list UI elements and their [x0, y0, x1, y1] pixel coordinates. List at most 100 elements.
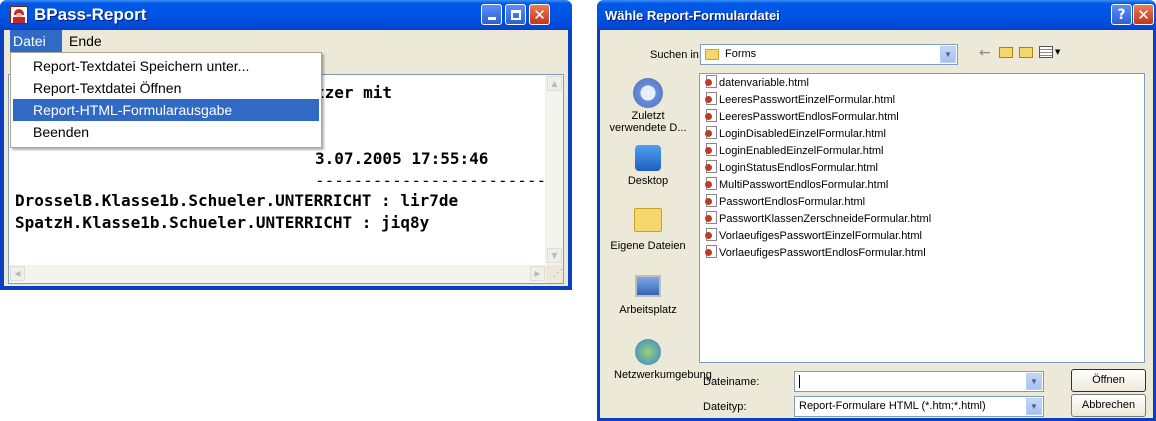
dialog-title-bar: Wähle Report-Formulardatei ? ✕ [597, 0, 1156, 30]
file-item[interactable]: LoginDisabledEinzelFormular.html [705, 126, 886, 143]
html-file-icon [705, 194, 717, 207]
html-file-icon-badge [705, 249, 712, 256]
place-my-computer-label: Arbeitsplatz [619, 304, 677, 316]
app-client-area: Datei Ende tzer mit 3.07.2005 17:55:46 -… [4, 30, 568, 286]
place-my-documents-label: Eigene Dateien [610, 240, 686, 252]
dialog-title: Wähle Report-Formulardatei [605, 8, 780, 23]
new-folder-icon[interactable] [1019, 47, 1033, 58]
menu-ende[interactable]: Ende [69, 30, 102, 52]
html-file-icon [705, 245, 717, 258]
report-line-1: tzer mit [315, 83, 393, 102]
help-button[interactable]: ? [1111, 4, 1132, 25]
file-item[interactable]: VorlaeufigesPasswortEinzelFormular.html [705, 228, 922, 245]
maximize-icon [510, 9, 521, 20]
my-computer-icon [635, 275, 661, 297]
scroll-up-button[interactable]: ▲ [547, 76, 562, 91]
html-file-icon-badge [705, 113, 712, 120]
filetype-combobox[interactable]: Report-Formulare HTML (*.htm;*.html) ▼ [794, 396, 1044, 417]
file-item[interactable]: datenvariable.html [705, 75, 809, 92]
html-file-icon-badge [705, 232, 712, 239]
html-file-icon-badge [705, 96, 712, 103]
chevron-down-icon: ▼ [1055, 48, 1061, 56]
app-title-bar: BPass-Report ✕ [0, 0, 572, 30]
maximize-button[interactable] [505, 4, 526, 25]
chevron-down-icon: ▼ [551, 251, 558, 260]
filename-combobox[interactable]: ▼ [794, 371, 1044, 392]
file-item-label: MultiPasswortEndlosFormular.html [719, 179, 889, 191]
report-line-3: DrosselB.Klasse1b.Schueler.UNTERRICHT : … [15, 191, 459, 210]
minimize-button[interactable] [481, 4, 502, 25]
close-icon: ✕ [1137, 5, 1150, 24]
menu-ende-label: Ende [69, 33, 102, 49]
html-file-icon-badge [705, 215, 712, 222]
file-item[interactable]: LeeresPasswortEinzelFormular.html [705, 92, 895, 109]
close-button[interactable]: ✕ [529, 4, 550, 25]
cancel-button[interactable]: Abbrechen [1071, 394, 1146, 417]
place-my-documents[interactable]: Eigene Dateien [603, 208, 693, 252]
menu-datei[interactable]: Datei [10, 30, 62, 52]
scroll-down-button[interactable]: ▼ [547, 248, 562, 263]
back-icon[interactable]: ← [979, 45, 991, 61]
dialog-close-button[interactable]: ✕ [1133, 4, 1154, 25]
chevron-down-icon[interactable]: ▼ [1026, 398, 1042, 415]
file-item[interactable]: MultiPasswortEndlosFormular.html [705, 177, 889, 194]
place-my-computer[interactable]: Arbeitsplatz [603, 275, 693, 316]
menu-item-open[interactable]: Report-Textdatei Öffnen [13, 77, 319, 99]
menu-item-save-as[interactable]: Report-Textdatei Speichern unter... [13, 55, 319, 77]
html-file-icon-badge [705, 181, 712, 188]
file-item[interactable]: LoginStatusEndlosFormular.html [705, 160, 878, 177]
file-item[interactable]: VorlaeufigesPasswortEndlosFormular.html [705, 245, 926, 262]
html-file-icon [705, 126, 717, 139]
filetype-value: Report-Formulare HTML (*.htm;*.html) [799, 400, 986, 412]
chevron-down-icon[interactable]: ▼ [1026, 373, 1042, 390]
file-item-label: PasswortEndlosFormular.html [719, 196, 866, 208]
menu-item-html-form-output[interactable]: Report-HTML-Formularausgabe [13, 99, 319, 121]
file-item-label: LoginStatusEndlosFormular.html [719, 162, 878, 174]
html-file-icon-badge [705, 79, 712, 86]
filetype-label: Dateityp: [703, 401, 747, 413]
up-folder-icon[interactable] [999, 47, 1013, 58]
html-file-icon-badge [705, 198, 712, 205]
horizontal-scrollbar[interactable]: ◀ ▶ [9, 265, 547, 283]
desktop-icon [635, 145, 661, 171]
html-file-icon-badge [705, 130, 712, 137]
chevron-down-icon[interactable]: ▼ [940, 46, 956, 63]
html-file-icon [705, 211, 717, 224]
open-button[interactable]: Öffnen [1071, 369, 1146, 392]
folder-icon [705, 49, 719, 60]
scroll-left-button[interactable]: ◀ [10, 266, 25, 281]
view-menu-icon[interactable] [1039, 46, 1053, 58]
resize-grip-icon[interactable]: ⋰ [546, 265, 563, 283]
file-item-label: PasswortKlassenZerschneideFormular.html [719, 213, 932, 225]
html-file-icon [705, 92, 717, 105]
chevron-right-icon: ▶ [534, 269, 541, 278]
network-icon [635, 339, 661, 365]
place-network[interactable]: Netzwerkumgebung [603, 339, 712, 381]
close-icon: ✕ [533, 5, 546, 24]
scroll-right-button[interactable]: ▶ [530, 266, 545, 281]
place-network-label: Netzwerkumgebung [614, 369, 712, 381]
lookin-value: Forms [725, 48, 757, 60]
place-recent[interactable]: Zuletzt verwendete D... [603, 78, 693, 134]
lookin-combobox[interactable]: Forms ▼ [700, 44, 958, 65]
file-item-label: datenvariable.html [719, 77, 809, 89]
menu-bar: Datei Ende [4, 30, 568, 52]
place-desktop[interactable]: Desktop [603, 145, 693, 187]
file-item[interactable]: LoginEnabledEinzelFormular.html [705, 143, 883, 160]
html-file-icon [705, 109, 717, 122]
lookin-label: Suchen in: [650, 49, 702, 61]
filename-label: Dateiname: [703, 376, 760, 388]
vertical-scrollbar[interactable]: ▲ ▼ [545, 75, 563, 265]
file-item-label: VorlaeufigesPasswortEndlosFormular.html [719, 247, 926, 259]
file-item-label: VorlaeufigesPasswortEinzelFormular.html [719, 230, 922, 242]
menu-item-exit[interactable]: Beenden [13, 121, 319, 143]
bpass-report-window: BPass-Report ✕ Datei Ende tzer mit 3.07.… [0, 0, 572, 290]
html-file-icon [705, 160, 717, 173]
file-item[interactable]: PasswortEndlosFormular.html [705, 194, 866, 211]
html-file-icon [705, 228, 717, 241]
file-item[interactable]: LeeresPasswortEndlosFormular.html [705, 109, 899, 126]
report-separator: ------------------------ [315, 171, 547, 190]
file-item[interactable]: PasswortKlassenZerschneideFormular.html [705, 211, 932, 228]
recent-icon [633, 78, 663, 108]
filename-input[interactable] [799, 375, 800, 388]
